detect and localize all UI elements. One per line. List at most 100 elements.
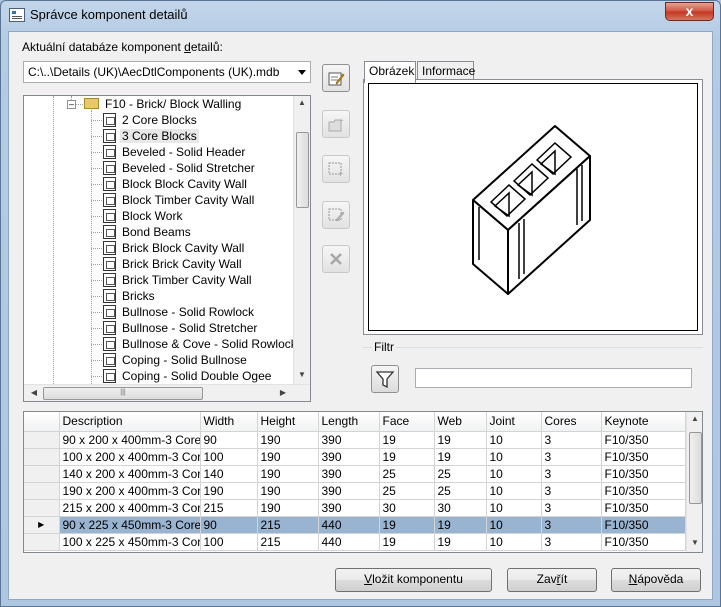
scroll-thumb[interactable]: ||| <box>43 387 203 400</box>
table-cell[interactable]: 215 <box>257 516 319 534</box>
tree-item[interactable]: Bond Beams <box>103 224 193 240</box>
table-cell[interactable]: 90 <box>200 431 258 449</box>
scroll-down-icon[interactable]: ▼ <box>294 370 310 379</box>
table-cell[interactable]: 390 <box>318 465 380 483</box>
table-cell[interactable]: 190 <box>257 448 319 466</box>
table-cell[interactable]: 215 <box>257 533 319 551</box>
table-cell[interactable]: 19 <box>379 431 435 449</box>
table-cell[interactable]: 140 x 200 x 400mm-3 Cor <box>59 465 201 483</box>
scroll-down-icon[interactable]: ▼ <box>687 538 702 547</box>
tree-item[interactable]: Bricks <box>103 288 157 304</box>
table-cell[interactable]: 100 x 225 x 450mm-3 Cor <box>59 533 201 551</box>
database-select[interactable]: C:\..\Details (UK)\AecDtlComponents (UK)… <box>23 61 311 83</box>
table-cell[interactable]: 19 <box>434 533 487 551</box>
table-cell[interactable]: 100 <box>200 448 258 466</box>
table-cell[interactable]: F10/350 <box>601 533 686 551</box>
table-cell[interactable]: F10/350 <box>601 448 686 466</box>
table-cell[interactable]: 190 <box>257 431 319 449</box>
table-cell[interactable]: 190 <box>257 499 319 517</box>
table-cell[interactable]: 25 <box>434 482 487 500</box>
column-header[interactable]: Description <box>59 412 201 432</box>
close-window-button[interactable]: x <box>665 2 714 21</box>
table-cell[interactable]: 215 x 200 x 400mm-3 Cor <box>59 499 201 517</box>
collapse-icon[interactable]: – <box>67 100 76 109</box>
table-cell[interactable]: 190 <box>257 465 319 483</box>
tree-item[interactable]: Block Timber Cavity Wall <box>103 192 256 208</box>
tree-item[interactable]: 2 Core Blocks <box>103 112 199 128</box>
table-cell[interactable]: 3 <box>541 465 602 483</box>
table-cell[interactable]: 390 <box>318 431 380 449</box>
grid-vertical-scrollbar[interactable]: ▲ ▼ <box>686 412 702 552</box>
table-cell[interactable]: 3 <box>541 431 602 449</box>
row-header[interactable] <box>24 465 60 483</box>
edit-component-button[interactable] <box>322 201 350 229</box>
tree-item[interactable]: Block Block Cavity Wall <box>103 176 249 192</box>
table-cell[interactable]: F10/350 <box>601 465 686 483</box>
scroll-up-icon[interactable]: ▲ <box>687 414 702 423</box>
table-cell[interactable]: 215 <box>200 499 258 517</box>
table-cell[interactable]: 190 <box>257 482 319 500</box>
table-cell[interactable]: 390 <box>318 482 380 500</box>
tab-informace[interactable]: Informace <box>417 61 475 81</box>
scroll-right-icon[interactable]: ▶ <box>275 388 291 397</box>
row-header[interactable] <box>24 499 60 517</box>
table-cell[interactable]: 30 <box>434 499 487 517</box>
table-cell[interactable]: 10 <box>486 499 542 517</box>
table-cell[interactable]: 10 <box>486 465 542 483</box>
tree-item[interactable]: 3 Core Blocks <box>103 128 199 144</box>
scroll-up-icon[interactable]: ▲ <box>294 98 310 107</box>
table-cell[interactable]: 3 <box>541 482 602 500</box>
table-cell[interactable]: 25 <box>379 465 435 483</box>
filter-input[interactable] <box>415 368 692 388</box>
table-cell[interactable]: 10 <box>486 533 542 551</box>
filter-button[interactable] <box>371 365 399 393</box>
table-cell[interactable]: 19 <box>379 448 435 466</box>
row-header[interactable] <box>24 431 60 449</box>
table-cell[interactable]: 19 <box>434 431 487 449</box>
table-cell[interactable]: 140 <box>200 465 258 483</box>
table-cell[interactable]: F10/350 <box>601 516 686 534</box>
table-cell[interactable]: 100 <box>200 533 258 551</box>
tree-item[interactable]: Bullnose - Solid Stretcher <box>103 320 259 336</box>
row-header[interactable] <box>24 482 60 500</box>
table-cell[interactable]: 3 <box>541 533 602 551</box>
title-bar[interactable]: Správce komponent detailů x <box>1 1 720 31</box>
component-tree[interactable]: – F10 - Brick/ Block Walling 2 Core Bloc… <box>23 95 311 402</box>
table-cell[interactable]: F10/350 <box>601 482 686 500</box>
chevron-down-icon[interactable] <box>298 70 306 75</box>
table-cell[interactable]: 19 <box>379 516 435 534</box>
table-cell[interactable]: 30 <box>379 499 435 517</box>
table-cell[interactable]: 390 <box>318 499 380 517</box>
table-cell[interactable]: 3 <box>541 499 602 517</box>
edit-database-button[interactable] <box>322 64 350 92</box>
table-cell[interactable]: F10/350 <box>601 499 686 517</box>
tree-item[interactable]: Brick Timber Cavity Wall <box>103 272 254 288</box>
tree-item[interactable]: Brick Brick Cavity Wall <box>103 256 244 272</box>
row-header[interactable] <box>24 448 60 466</box>
table-cell[interactable]: 90 <box>200 516 258 534</box>
table-cell[interactable]: 3 <box>541 448 602 466</box>
table-cell[interactable]: 90 x 225 x 450mm-3 Core <box>59 516 201 534</box>
table-cell[interactable]: 440 <box>318 533 380 551</box>
table-cell[interactable]: 90 x 200 x 400mm-3 Core <box>59 431 201 449</box>
tree-item[interactable]: Block Work <box>103 208 184 224</box>
table-cell[interactable]: 19 <box>434 516 487 534</box>
new-folder-button[interactable]: + <box>322 110 350 138</box>
tree-item[interactable]: Bullnose & Cove - Solid Rowlock <box>103 336 299 352</box>
table-cell[interactable]: F10/350 <box>601 431 686 449</box>
delete-button[interactable] <box>322 245 350 273</box>
tree-vertical-scrollbar[interactable]: ▲ ▼ <box>293 96 310 384</box>
table-cell[interactable]: 25 <box>434 465 487 483</box>
column-header[interactable]: Face <box>379 412 435 432</box>
tab-obrazek[interactable]: Obrázek <box>364 61 416 83</box>
table-cell[interactable]: 3 <box>541 516 602 534</box>
table-row[interactable]: 90 x 200 x 400mm-3 Core 90 190 390 19 19 10 3 F1… <box>24 431 686 449</box>
tree-item[interactable]: Bullnose - Solid Rowlock <box>103 304 256 320</box>
column-header[interactable]: Joint <box>486 412 542 432</box>
tree-item[interactable]: Brick Block Cavity Wall <box>103 240 246 256</box>
table-row[interactable]: 100 x 225 x 450mm-3 Cor 100 215 440 19 19 10 3 F… <box>24 533 686 551</box>
table-cell[interactable]: 190 <box>200 482 258 500</box>
row-header[interactable]: ▶ <box>24 516 60 534</box>
tree-item[interactable]: Beveled - Solid Header <box>103 144 247 160</box>
tree-node-parent[interactable]: F10 - Brick/ Block Walling <box>84 96 243 112</box>
